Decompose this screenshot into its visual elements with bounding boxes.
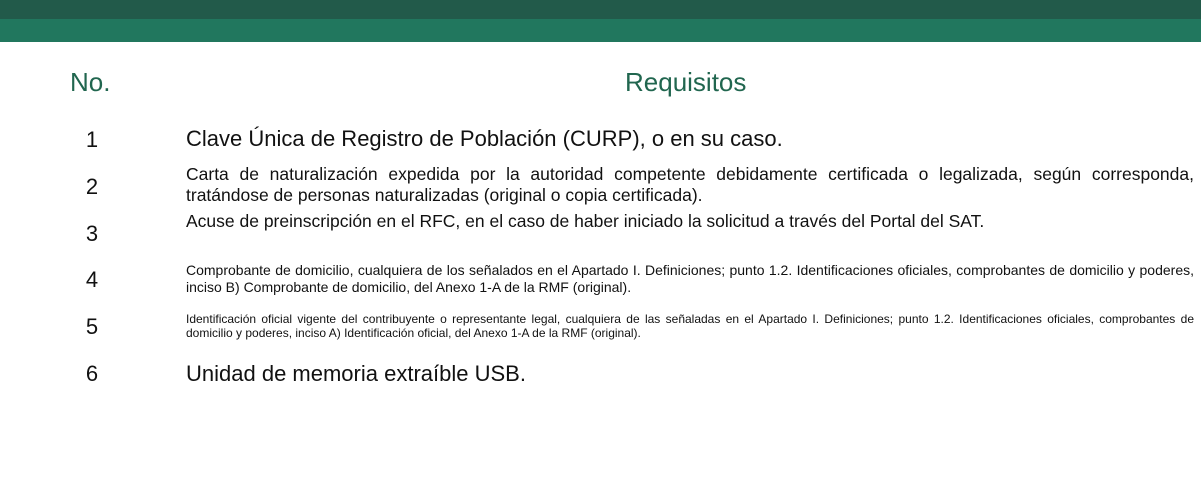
column-header-requisitos: Requisitos	[625, 67, 747, 97]
row-number: 1	[85, 127, 99, 152]
requirement-text: Clave Única de Registro de Población (CU…	[186, 126, 783, 151]
requirement-text: Carta de naturalización expedida por la …	[186, 164, 1194, 205]
header-band	[0, 19, 1201, 42]
row-number: 4	[85, 267, 99, 292]
header-band-top	[0, 0, 1201, 19]
requirement-text: Unidad de memoria extraíble USB.	[186, 361, 526, 386]
requirement-text: Acuse de preinscripción en el RFC, en el…	[186, 211, 985, 231]
row-number: 3	[85, 221, 99, 246]
column-header-no: No.	[70, 67, 111, 97]
requirement-text: Identificación oficial vigente del contr…	[186, 312, 1194, 340]
row-number: 6	[85, 361, 99, 386]
requirement-text: Comprobante de domicilio, cualquiera de …	[186, 262, 1194, 295]
row-number: 2	[85, 174, 99, 199]
row-number: 5	[85, 314, 99, 339]
